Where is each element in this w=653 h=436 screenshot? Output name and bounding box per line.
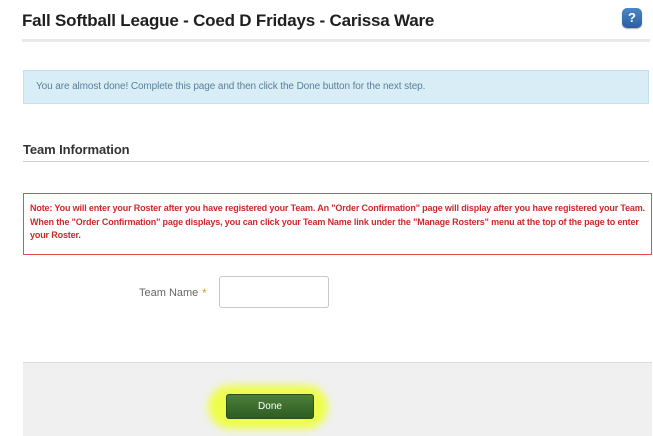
page-title: Fall Softball League - Coed D Fridays - …	[22, 11, 435, 30]
roster-note-text: Note: You will enter your Roster after y…	[30, 203, 645, 240]
registration-page: Fall Softball League - Coed D Fridays - …	[0, 0, 653, 436]
info-alert: You are almost done! Complete this page …	[23, 70, 649, 104]
roster-note: Note: You will enter your Roster after y…	[23, 193, 652, 255]
team-name-input[interactable]	[219, 276, 329, 308]
section-title: Team Information	[23, 142, 130, 157]
info-message: You are almost done! Complete this page …	[36, 81, 426, 92]
required-indicator: *	[202, 286, 207, 300]
header-divider	[22, 39, 650, 42]
team-name-label: Team Name	[139, 287, 199, 299]
form-footer	[23, 362, 652, 436]
help-icon: ?	[628, 10, 636, 25]
help-button[interactable]: ?	[622, 8, 642, 28]
section-divider	[23, 161, 649, 162]
done-button[interactable]: Done	[226, 394, 314, 419]
